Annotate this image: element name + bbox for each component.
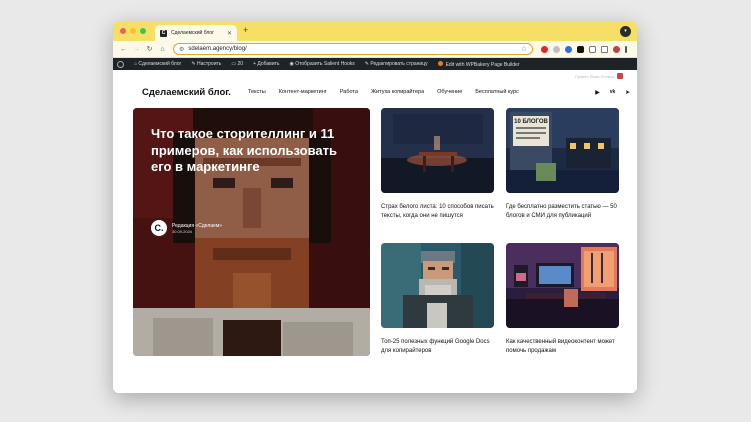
menu-item-content-marketing[interactable]: Контент-маркетинг <box>279 89 327 95</box>
featured-title[interactable]: Что такое сторителлинг и 11 примеров, ка… <box>151 126 351 176</box>
site-logo[interactable]: Сделаемский блог. <box>142 87 231 98</box>
vk-icon[interactable]: vk <box>608 89 617 96</box>
post-date: 30.09.2024 <box>172 228 193 234</box>
address-bar[interactable]: ⚙ sdelaem.agency/blog/ ☆ <box>173 43 533 55</box>
wp-salient-hooks[interactable]: ◉ Отобразить Salient Hooks <box>290 61 355 67</box>
user-greeting[interactable]: Привет, Вова Пинкин <box>575 73 623 79</box>
menu-item-education[interactable]: Обучение <box>437 89 462 95</box>
post-card-image[interactable] <box>506 243 619 328</box>
featured-author: С. Редакция «Сделаем» 30.09.2024 <box>151 220 222 236</box>
menu-item-copywriter-life[interactable]: Житуха копирайтера <box>371 89 424 95</box>
post-card[interactable]: Как качественный видеоконтент может помо… <box>506 243 619 356</box>
telegram-icon[interactable]: ➤ <box>623 89 632 96</box>
profile-avatar[interactable] <box>613 45 620 53</box>
maximize-window-icon[interactable] <box>140 28 146 34</box>
minimize-window-icon[interactable] <box>130 28 136 34</box>
tab-title: Сделаемский блог <box>171 30 214 36</box>
wordpress-icon[interactable] <box>117 60 124 68</box>
browser-toolbar: ← → ↻ ⌂ ⚙ sdelaem.agency/blog/ ☆ <box>113 41 637 58</box>
post-card-title[interactable]: Топ-25 полезных функций Google Docs для … <box>381 338 494 356</box>
wp-site-name[interactable]: ⌂ Сделаемский блог <box>134 61 181 67</box>
post-card-image[interactable]: 10 БЛОГОВ <box>506 108 619 193</box>
wp-comments[interactable]: ▭ 20 <box>231 61 243 67</box>
tab-strip: С Сделаемский блог ✕ + ▾ <box>113 21 637 41</box>
opera-extension-icon[interactable] <box>541 45 548 53</box>
close-tab-icon[interactable]: ✕ <box>227 30 232 37</box>
post-card[interactable]: Страх белого листа: 10 способов писать т… <box>381 108 494 221</box>
window-controls <box>120 28 146 34</box>
extensions <box>541 45 627 53</box>
post-card-title[interactable]: Где бесплатно разместить статью — 50 бло… <box>506 203 619 221</box>
blue-extension-icon[interactable] <box>565 45 572 53</box>
puzzle-icon[interactable] <box>589 45 596 53</box>
bookmark-star-icon[interactable]: ☆ <box>521 45 527 53</box>
sign-text: 10 БЛОГОВ <box>514 119 548 125</box>
wp-add-new[interactable]: + Добавить <box>253 61 279 67</box>
wp-customize[interactable]: ✎ Настроить <box>191 61 221 67</box>
tab-active[interactable]: С Сделаемский блог ✕ <box>155 25 237 41</box>
tab-search-chevron-icon[interactable]: ▾ <box>620 26 631 37</box>
forward-icon[interactable]: → <box>130 46 143 53</box>
favicon-icon: С <box>160 29 167 37</box>
menu-item-texts[interactable]: Тексты <box>248 89 266 95</box>
social-links: ▶ vk ➤ <box>593 89 632 96</box>
featured-post[interactable]: Что такое сторителлинг и 11 примеров, ка… <box>133 108 370 356</box>
wp-wpbakery[interactable]: Edit with WPBakery Page Builder <box>437 60 520 68</box>
blog-page: Привет, Вова Пинкин Сделаемский блог. Те… <box>113 70 637 393</box>
user-avatar <box>617 73 623 79</box>
wpbakery-icon <box>437 60 443 66</box>
post-card-image[interactable] <box>381 243 494 328</box>
back-icon[interactable]: ← <box>117 46 130 53</box>
grey-extension-icon[interactable] <box>553 45 560 53</box>
url-text: sdelaem.agency/blog/ <box>188 46 247 52</box>
wp-admin-bar: ⌂ Сделаемский блог ✎ Настроить ▭ 20 + До… <box>113 58 637 70</box>
home-icon[interactable]: ⌂ <box>156 46 169 53</box>
black-extension-icon[interactable] <box>577 45 584 53</box>
wp-edit-page[interactable]: ✎ Редактировать страницу <box>365 61 428 67</box>
site-header: Сделаемский блог. Тексты Контент-маркети… <box>142 84 632 100</box>
new-tab-icon[interactable]: + <box>243 25 248 35</box>
site-info-icon[interactable]: ⚙ <box>179 46 184 53</box>
author-avatar: С. <box>151 220 167 236</box>
main-menu: Тексты Контент-маркетинг Работа Житуха к… <box>248 89 519 95</box>
post-card-title[interactable]: Страх белого листа: 10 способов писать т… <box>381 203 494 221</box>
youtube-icon[interactable]: ▶ <box>593 89 602 96</box>
download-icon[interactable] <box>601 45 608 53</box>
menu-item-free-course[interactable]: Бесплатный курс <box>475 89 519 95</box>
reload-icon[interactable]: ↻ <box>143 45 156 53</box>
menu-item-work[interactable]: Работа <box>340 89 358 95</box>
kebab-menu-icon[interactable] <box>625 45 627 53</box>
post-card-title[interactable]: Как качественный видеоконтент может помо… <box>506 338 619 356</box>
browser-window: С Сделаемский блог ✕ + ▾ ← → ↻ ⌂ ⚙ sdela… <box>113 21 637 393</box>
post-card-image[interactable] <box>381 108 494 193</box>
post-card[interactable]: Топ-25 полезных функций Google Docs для … <box>381 243 494 356</box>
post-card[interactable]: 10 БЛОГОВ Где бесплатно разместить стать… <box>506 108 619 221</box>
close-window-icon[interactable] <box>120 28 126 34</box>
